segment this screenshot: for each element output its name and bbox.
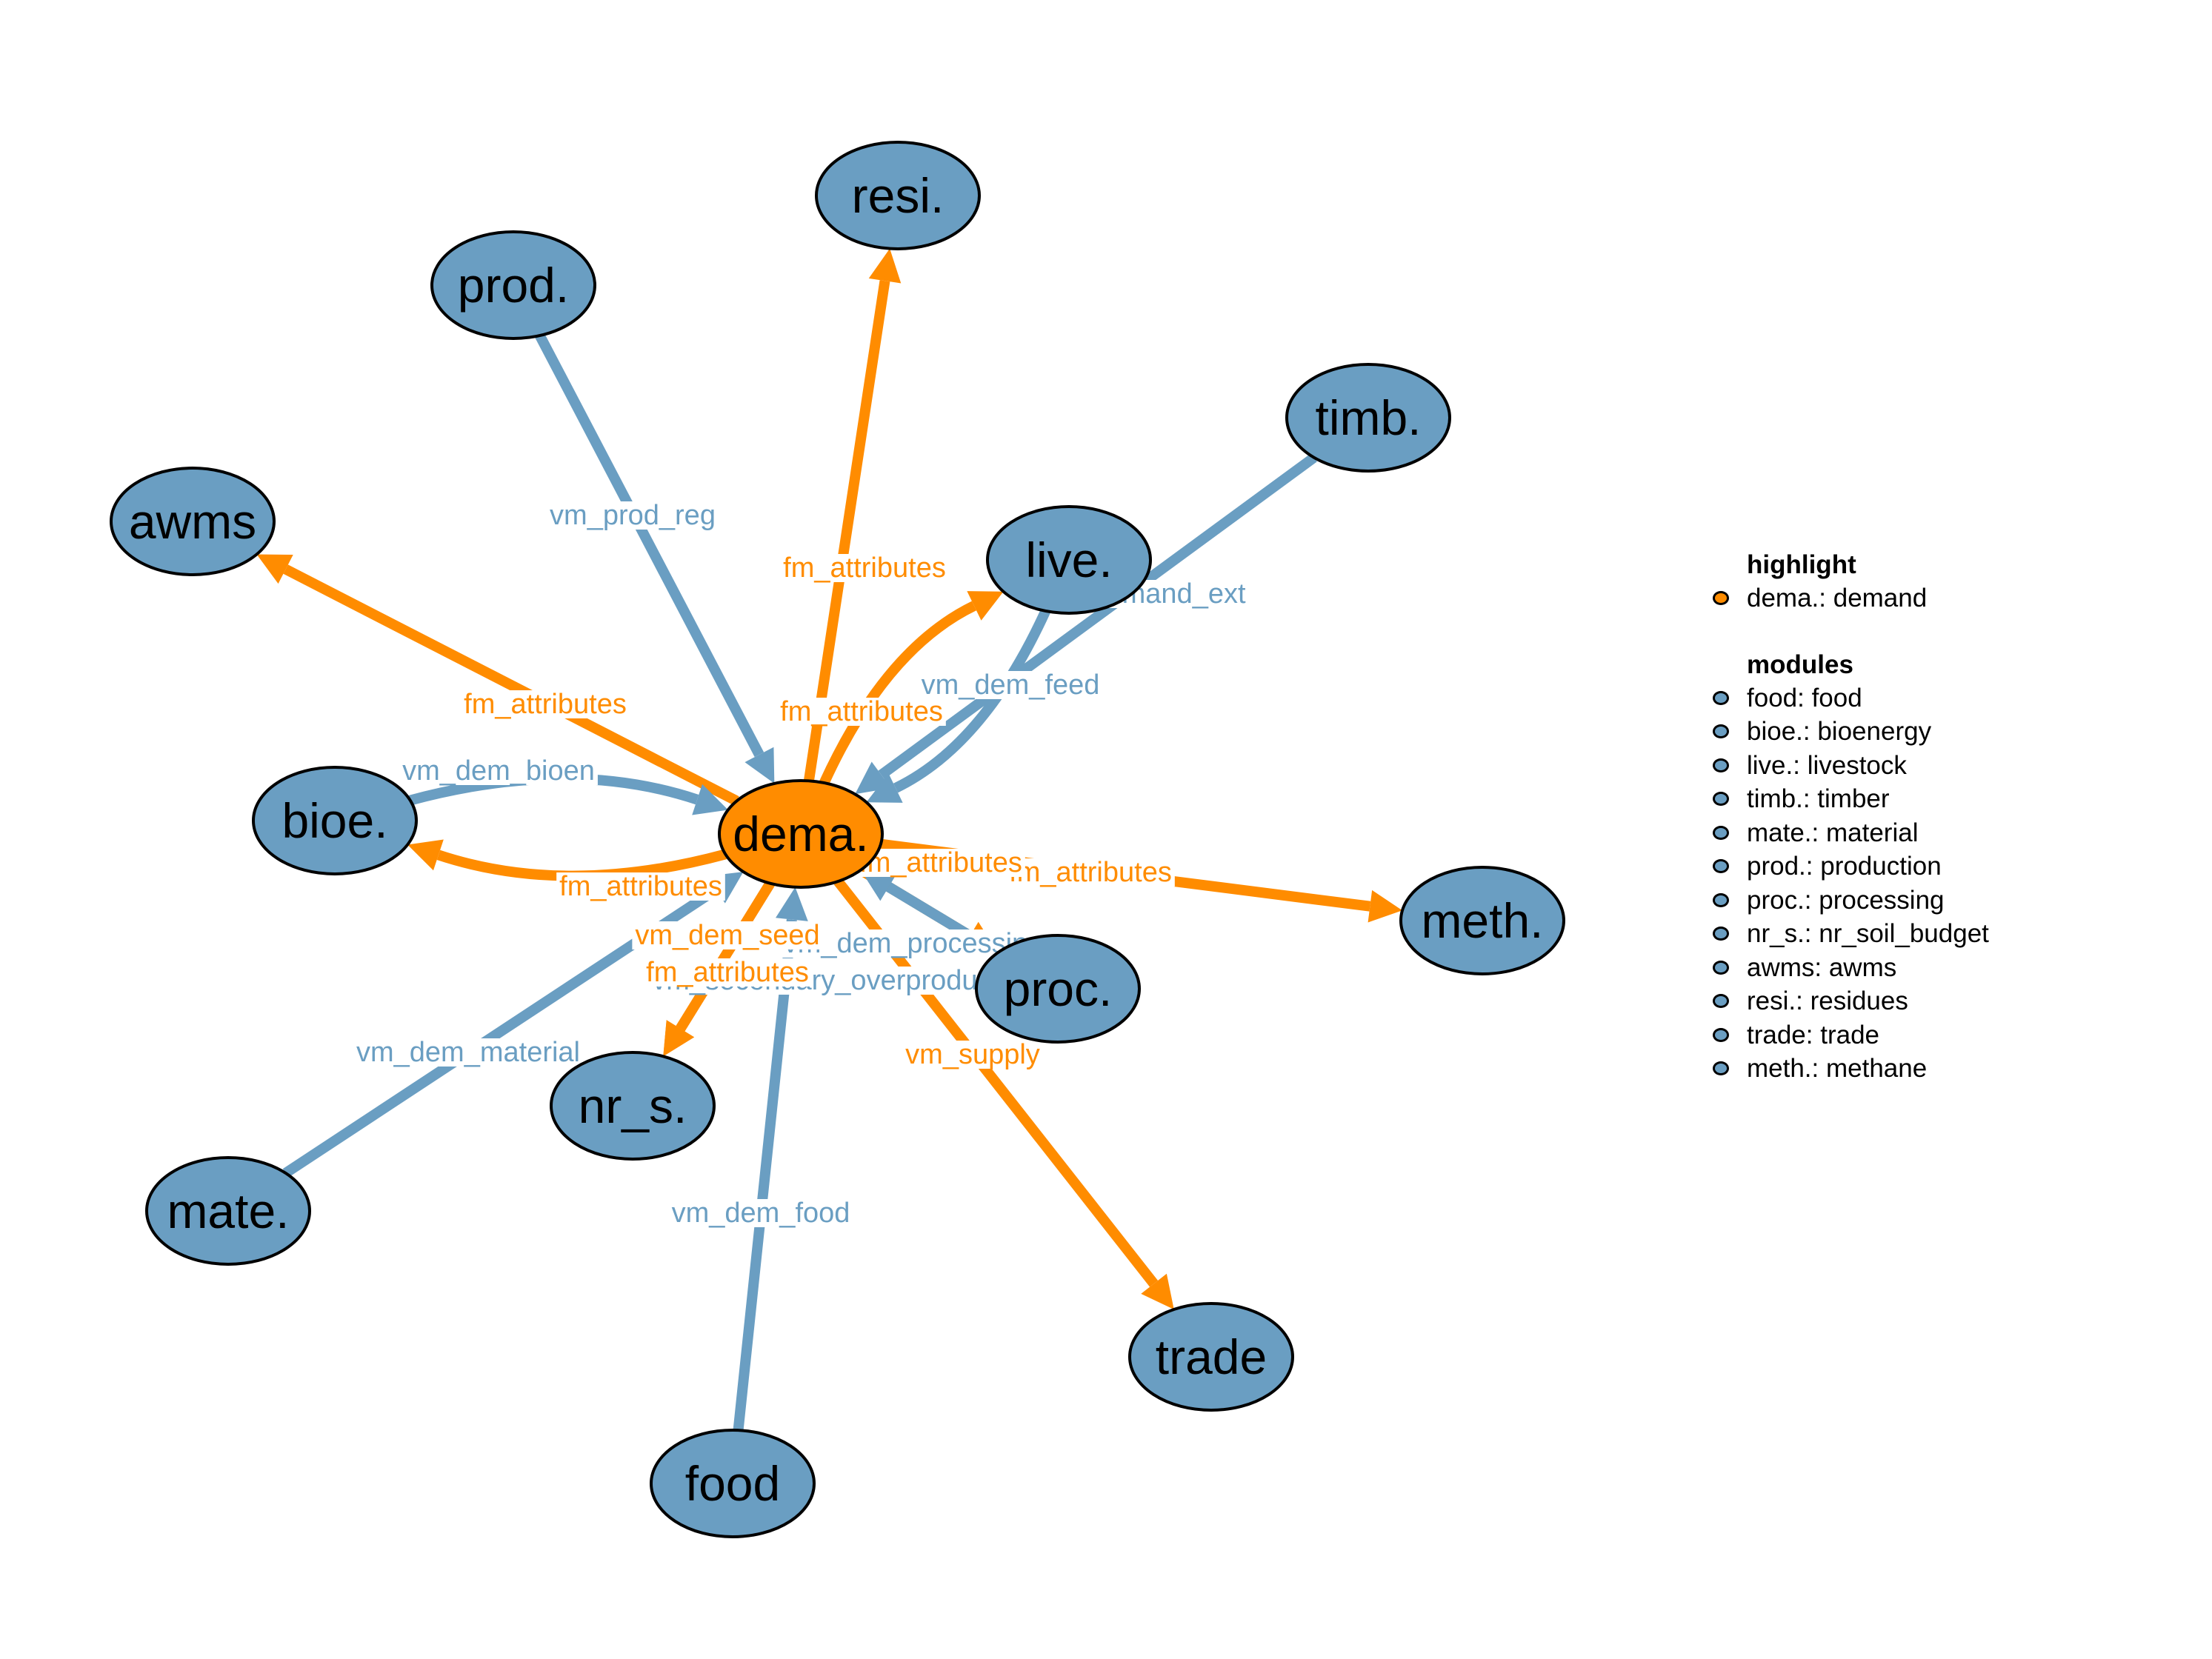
edge-label: fm_attributes	[1009, 857, 1172, 888]
legend-item-dema: dema.: demand	[1713, 581, 1989, 615]
legend-item: prod.: production	[1713, 849, 1989, 884]
node-proc[interactable]: proc.	[975, 934, 1141, 1044]
node-label: trade	[1156, 1329, 1267, 1384]
legend-item-label: dema.: demand	[1747, 584, 1928, 612]
node-label: bioe.	[282, 793, 387, 848]
edge-label: vm_supply	[905, 1039, 1040, 1070]
legend-item: trade: trade	[1713, 1018, 1989, 1052]
legend-item-label: awms: awms	[1747, 952, 1897, 982]
legend-item: resi.: residues	[1713, 984, 1989, 1018]
node-label: food	[685, 1456, 780, 1511]
node-food[interactable]: food	[650, 1429, 816, 1538]
legend-dot-module-icon	[1713, 859, 1729, 874]
legend-item: mate.: material	[1713, 816, 1989, 850]
edge-label: fm_attributes	[859, 847, 1022, 878]
node-live[interactable]: live.	[986, 505, 1152, 615]
node-resi[interactable]: resi.	[815, 141, 981, 250]
legend-dot-module-icon	[1713, 994, 1729, 1009]
legend-dot-module-icon	[1713, 690, 1729, 705]
legend-modules-list: food: food bioe.: bioenergy live.: livesto…	[1713, 681, 1989, 1086]
edge-label: vm_dem_food	[672, 1198, 850, 1229]
node-label: meth.	[1421, 893, 1543, 948]
node-trade[interactable]: trade	[1128, 1302, 1294, 1412]
arrowhead-icon	[775, 887, 808, 921]
legend-item: nr_s.: nr_soil_budget	[1713, 917, 1989, 951]
legend-dot-module-icon	[1713, 758, 1729, 772]
node-dema[interactable]: dema.	[718, 779, 884, 889]
legend-item-label: food: food	[1747, 683, 1862, 712]
legend-dot-module-icon	[1713, 1061, 1729, 1076]
node-label: dema.	[733, 807, 868, 861]
legend-item-label: bioe.: bioenergy	[1747, 717, 1932, 746]
legend-dot-highlight-icon	[1713, 591, 1729, 606]
edge-label: fm_attributes	[464, 689, 627, 720]
arrowhead-icon	[868, 248, 902, 284]
legend-item: timb.: timber	[1713, 782, 1989, 816]
node-label: timb.	[1315, 390, 1421, 445]
edge-label: vm_dem_material	[356, 1037, 580, 1068]
node-meth[interactable]: meth.	[1399, 866, 1565, 975]
edge-label: fm_attributes	[783, 553, 946, 584]
legend-item: proc.: processing	[1713, 884, 1989, 918]
legend-dot-module-icon	[1713, 927, 1729, 941]
legend-dot-module-icon	[1713, 724, 1729, 739]
arrowhead-icon	[1367, 889, 1403, 923]
legend-dot-module-icon	[1713, 825, 1729, 840]
node-mate[interactable]: mate.	[145, 1156, 311, 1266]
node-label: resi.	[852, 168, 945, 223]
edge-label: fm_attributes	[559, 871, 722, 902]
node-timb[interactable]: timb.	[1285, 363, 1451, 473]
legend-modules-title: modules	[1747, 650, 1853, 679]
legend-dot-module-icon	[1713, 960, 1729, 975]
legend-dot-module-icon	[1713, 1027, 1729, 1042]
node-label: awms	[129, 494, 256, 549]
arrowhead-icon	[407, 839, 444, 871]
legend-item-label: meth.: methane	[1747, 1054, 1928, 1083]
edge-label: vm_dem_bioen	[402, 755, 595, 787]
edge-label: vm_dem_feed	[922, 670, 1100, 701]
edge-food-to-dema	[733, 918, 797, 1431]
edge-label: fm_attributes	[646, 957, 809, 988]
legend-item-label: trade: trade	[1747, 1020, 1879, 1049]
legend-item-label: timb.: timber	[1747, 784, 1890, 813]
node-label: proc.	[1004, 961, 1113, 1016]
legend-highlight-title: highlight	[1747, 550, 1856, 579]
edge-label: fm_attributes	[780, 696, 943, 727]
edge-label: vm_dem_seed	[635, 920, 819, 951]
legend-item: live.: livestock	[1713, 749, 1989, 783]
legend-dot-module-icon	[1713, 792, 1729, 807]
legend-item-label: live.: livestock	[1747, 750, 1907, 780]
legend-item-label: nr_s.: nr_soil_budget	[1747, 919, 1989, 948]
node-prod[interactable]: prod.	[430, 230, 596, 340]
node-nr_s[interactable]: nr_s.	[550, 1051, 716, 1161]
legend-item: bioe.: bioenergy	[1713, 715, 1989, 749]
legend-item: awms: awms	[1713, 951, 1989, 985]
legend-dot-module-icon	[1713, 892, 1729, 907]
legend-item: meth.: methane	[1713, 1052, 1989, 1086]
legend-item-label: proc.: processing	[1747, 885, 1945, 915]
legend-item-label: resi.: residues	[1747, 987, 1908, 1015]
node-label: mate.	[167, 1184, 289, 1238]
legend-item-label: prod.: production	[1747, 852, 1942, 881]
nodes-layer: dema. resi. prod. timb. awms live. bioe. meth. p…	[110, 141, 1565, 1538]
node-label: prod.	[458, 258, 569, 313]
legend-item-label: mate.: material	[1747, 818, 1919, 847]
node-bioe[interactable]: bioe.	[252, 766, 418, 875]
legend: highlight dema.: demand modules food: fo…	[1713, 548, 1989, 1086]
node-label: live.	[1025, 533, 1112, 587]
edge-label: vm_prod_reg	[550, 500, 716, 531]
node-awms[interactable]: awms	[110, 467, 276, 576]
node-label: nr_s.	[579, 1078, 687, 1133]
legend-item: food: food	[1713, 681, 1989, 715]
